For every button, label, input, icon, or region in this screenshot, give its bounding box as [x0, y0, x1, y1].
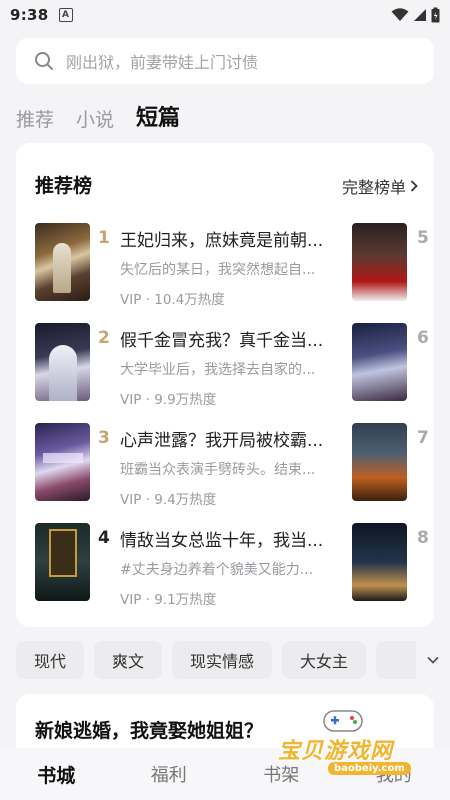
rank-number: 5: [417, 228, 429, 248]
book-info: 情敌当女总监十年，我当... #丈夫身边养着个貌美又能力... VIP · 9.…: [120, 523, 342, 608]
rank-number: 1: [98, 228, 110, 248]
genre-chip-realistic-emotion[interactable]: 现实情感: [172, 641, 273, 679]
nav-bookshelf[interactable]: 书架: [225, 761, 338, 787]
status-time: 9:38: [10, 6, 49, 24]
tab-short-story[interactable]: 短篇: [136, 100, 180, 132]
rank-number: 7: [417, 428, 429, 448]
search-placeholder: 刚出狱，前妻带娃上门讨债: [66, 53, 259, 72]
signal-icon: [414, 9, 426, 21]
ranking-card: 推荐榜 完整榜单 1 王妃归来，庶妹竟是前朝... 失忆后的某日，我突然想起自.…: [16, 143, 434, 627]
notification-icon: A: [58, 8, 73, 22]
rank-number: 3: [98, 428, 110, 448]
ranking-book-4[interactable]: 4 情敌当女总监十年，我当... #丈夫身边养着个貌美又能力... VIP · …: [35, 523, 355, 608]
status-indicators: [391, 7, 440, 23]
book-title: 心声泄露？我开局被校霸...: [120, 431, 324, 451]
rank-number: 6: [417, 328, 429, 348]
wifi-icon: [391, 8, 409, 21]
book-meta: VIP · 9.9万热度: [120, 392, 217, 408]
book-cover: [35, 323, 90, 401]
genre-chip-modern[interactable]: 现代: [16, 641, 85, 679]
book-cover: [35, 423, 90, 501]
ranking-title: 推荐榜: [35, 175, 93, 197]
ranking-book-8[interactable]: 8: [352, 523, 434, 603]
search-bar[interactable]: 刚出狱，前妻带娃上门讨债: [16, 38, 434, 84]
expand-genres-button[interactable]: [416, 641, 450, 679]
chevron-right-icon: [410, 180, 418, 192]
book-title: 假千金冒充我？真千金当...: [120, 331, 324, 351]
book-meta: VIP · 10.4万热度: [120, 292, 225, 308]
nav-mine[interactable]: 我的: [338, 761, 450, 787]
genre-filter-row: 现代 爽文 现实情感 大女主: [16, 641, 450, 679]
book-meta: VIP · 9.1万热度: [120, 592, 217, 608]
bottom-navigation: 书城 福利 书架 我的: [0, 748, 450, 800]
tab-recommend[interactable]: 推荐: [16, 105, 54, 132]
featured-story-title: 新娘逃婚，我竟娶她姐姐？: [35, 720, 264, 742]
book-cover: [352, 323, 407, 401]
rank-number: 8: [417, 528, 429, 548]
book-meta: VIP · 9.4万热度: [120, 492, 217, 508]
ranking-book-6[interactable]: 6: [352, 323, 434, 403]
book-cover: [352, 523, 407, 601]
rank-number: 2: [98, 328, 110, 348]
full-ranking-label: 完整榜单: [341, 178, 406, 197]
genre-chip-satisfying[interactable]: 爽文: [94, 641, 163, 679]
book-cover: [352, 223, 407, 301]
book-description: 失忆后的某日，我突然想起自...: [120, 262, 316, 278]
book-description: 班霸当众表演手劈砖头。结束...: [120, 462, 316, 478]
book-description: #丈夫身边养着个貌美又能力...: [120, 562, 314, 578]
book-cover: [35, 223, 90, 301]
search-icon: [35, 52, 53, 70]
book-cover: [352, 423, 407, 501]
book-description: 大学毕业后，我选择去自家的...: [120, 362, 316, 378]
full-ranking-link[interactable]: 完整榜单: [342, 174, 418, 198]
top-tabs: 推荐 小说 短篇: [16, 96, 180, 132]
book-title: 王妃归来，庶妹竟是前朝...: [120, 231, 324, 251]
nav-welfare[interactable]: 福利: [113, 761, 226, 787]
status-bar: 9:38 A: [0, 0, 450, 30]
book-title: 情敌当女总监十年，我当...: [120, 531, 324, 551]
ranking-book-2[interactable]: 2 假千金冒充我？真千金当... 大学毕业后，我选择去自家的... VIP · …: [35, 323, 355, 408]
battery-icon: [431, 7, 440, 23]
ranking-book-7[interactable]: 7: [352, 423, 434, 503]
book-cover: [35, 523, 90, 601]
ranking-book-3[interactable]: 3 心声泄露？我开局被校霸... 班霸当众表演手劈砖头。结束... VIP · …: [35, 423, 355, 508]
book-info: 心声泄露？我开局被校霸... 班霸当众表演手劈砖头。结束... VIP · 9.…: [120, 423, 342, 508]
tab-novel[interactable]: 小说: [76, 105, 114, 132]
rank-number: 4: [98, 528, 110, 548]
ranking-book-5[interactable]: 5: [352, 223, 434, 303]
nav-bookstore[interactable]: 书城: [0, 761, 113, 788]
ranking-book-1[interactable]: 1 王妃归来，庶妹竟是前朝... 失忆后的某日，我突然想起自... VIP · …: [35, 223, 355, 308]
genre-chip-female-lead[interactable]: 大女主: [282, 641, 367, 679]
chevron-down-icon: [427, 656, 439, 664]
book-info: 王妃归来，庶妹竟是前朝... 失忆后的某日，我突然想起自... VIP · 10…: [120, 223, 342, 308]
book-info: 假千金冒充我？真千金当... 大学毕业后，我选择去自家的... VIP · 9.…: [120, 323, 342, 408]
